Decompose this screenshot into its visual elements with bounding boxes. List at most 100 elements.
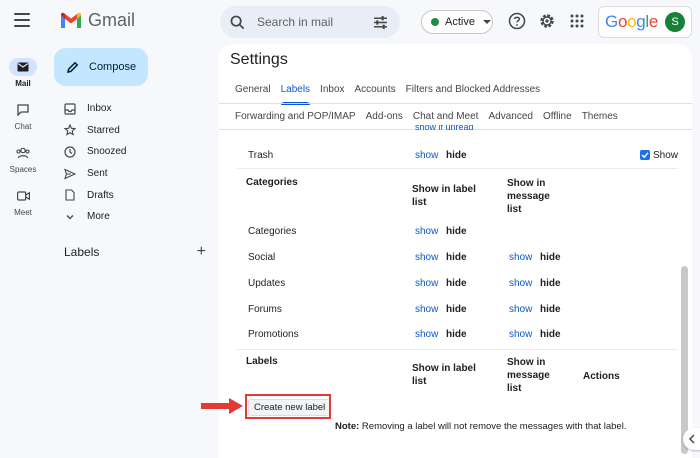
chevron-left-icon [688, 434, 695, 444]
updates-hide-link[interactable]: hide [446, 278, 467, 289]
row-social-label: Social [248, 252, 276, 263]
forums-msg-hide-link[interactable]: hide [540, 304, 561, 315]
social-hide-link[interactable]: hide [446, 252, 467, 263]
gear-icon[interactable] [538, 12, 556, 30]
social-msg-hide-link[interactable]: hide [540, 252, 561, 263]
nav-list: Inbox Starred Snoozed Sent Drafts More [54, 98, 214, 228]
page-title: Settings [230, 51, 288, 68]
google-account-box[interactable]: Google S [598, 6, 692, 38]
tab-addons[interactable]: Add-ons [361, 108, 408, 134]
mail-icon [9, 58, 37, 76]
labels-heading-row: Labels + [64, 244, 206, 260]
categories-hide-link[interactable]: hide [446, 226, 467, 237]
meet-icon [9, 187, 37, 205]
compose-label: Compose [89, 61, 137, 73]
updates-show-link[interactable]: show [415, 278, 438, 289]
row-categories-label: Categories [248, 226, 297, 237]
rail-item-meet[interactable]: Meet [0, 187, 46, 217]
avatar[interactable]: S [665, 12, 685, 32]
rail-item-mail[interactable]: Mail [0, 58, 46, 88]
rail-label: Mail [15, 79, 31, 88]
trash-label: Trash [248, 150, 274, 161]
col-show-message-list: Show in message list [507, 357, 550, 394]
forums-show-link[interactable]: show [415, 304, 438, 315]
apps-grid-icon[interactable] [568, 12, 586, 30]
star-icon [64, 124, 76, 137]
trash-hide-link[interactable]: hide [446, 150, 467, 161]
rail-label: Spaces [9, 165, 37, 174]
updates-msg-show-link[interactable]: show [509, 278, 532, 289]
row-promotions-label: Promotions [248, 329, 299, 340]
nav-item-starred[interactable]: Starred [54, 120, 214, 142]
col-actions: Actions [583, 371, 620, 382]
gmail-logo[interactable]: Gmail [60, 10, 135, 31]
trash-checkbox-label: Show [653, 150, 679, 161]
send-icon [64, 168, 76, 180]
side-panel-toggle[interactable] [683, 428, 700, 450]
labels-section-heading: Labels [246, 356, 278, 367]
trash-show-link[interactable]: show [415, 150, 438, 161]
categories-show-link[interactable]: show [415, 226, 438, 237]
nav-item-sent[interactable]: Sent [54, 163, 214, 185]
categories-heading: Categories [246, 177, 298, 188]
nav-label: Drafts [87, 189, 114, 201]
spaces-icon [9, 144, 37, 162]
search-icon[interactable] [230, 15, 245, 30]
rail-item-chat[interactable]: Chat [0, 101, 46, 131]
tab-advanced[interactable]: Advanced [483, 108, 537, 134]
promotions-show-link[interactable]: show [415, 329, 438, 340]
row-updates-label: Updates [248, 278, 286, 289]
search-bar[interactable] [220, 6, 400, 38]
pencil-icon [67, 61, 79, 73]
updates-msg-hide-link[interactable]: hide [540, 278, 561, 289]
hamburger-icon[interactable] [14, 13, 30, 29]
trash-show-checkbox[interactable] [640, 150, 650, 160]
status-dropdown[interactable]: Active [421, 10, 493, 34]
promotions-msg-hide-link[interactable]: hide [540, 329, 561, 340]
labels-heading: Labels [64, 245, 100, 259]
gmail-m-icon [61, 12, 81, 28]
chat-icon [9, 101, 37, 119]
promotions-msg-show-link[interactable]: show [509, 329, 532, 340]
search-options-icon[interactable] [373, 15, 388, 30]
nav-item-snoozed[interactable]: Snoozed [54, 141, 214, 163]
note-bold: Note: [335, 421, 360, 432]
social-msg-show-link[interactable]: show [509, 252, 532, 263]
col-show-label-list: Show in label list [412, 184, 476, 208]
nav-item-drafts[interactable]: Drafts [54, 184, 214, 206]
rail-label: Meet [14, 208, 32, 217]
tab-forwarding[interactable]: Forwarding and POP/IMAP [230, 108, 361, 134]
col-show-label-list: Show in label list [412, 363, 476, 387]
note-text: Note: Removing a label will not remove t… [335, 421, 626, 432]
nav-item-inbox[interactable]: Inbox [54, 98, 214, 120]
app-name: Gmail [88, 10, 136, 30]
caret-down-icon [482, 20, 491, 24]
highlight-box [245, 394, 331, 419]
help-icon[interactable] [508, 12, 526, 30]
social-show-link[interactable]: show [415, 252, 438, 263]
col-show-message-list: Show in message list [507, 178, 550, 215]
google-logo: Google [605, 12, 659, 31]
chevron-down-icon [66, 214, 74, 220]
nav-item-more[interactable]: More [54, 206, 214, 228]
row-forums-label: Forums [248, 304, 282, 315]
section-divider [237, 349, 677, 350]
section-divider [237, 168, 677, 169]
search-input[interactable] [257, 15, 357, 29]
clock-icon [64, 146, 76, 158]
rail-label: Chat [14, 122, 32, 131]
rail-item-spaces[interactable]: Spaces [0, 144, 46, 174]
promotions-hide-link[interactable]: hide [446, 329, 467, 340]
tab-themes[interactable]: Themes [577, 108, 623, 134]
add-label-plus-icon[interactable]: + [197, 244, 206, 260]
tab-offline[interactable]: Offline [538, 108, 577, 134]
scrolled-link[interactable]: show if unread [415, 125, 474, 132]
scrollbar-thumb[interactable] [681, 266, 688, 454]
compose-button[interactable]: Compose [54, 48, 148, 86]
inbox-icon [64, 103, 76, 115]
forums-hide-link[interactable]: hide [446, 304, 467, 315]
nav-label: More [87, 211, 110, 223]
forums-msg-show-link[interactable]: show [509, 304, 532, 315]
check-icon [641, 152, 649, 159]
draft-icon [65, 189, 75, 201]
